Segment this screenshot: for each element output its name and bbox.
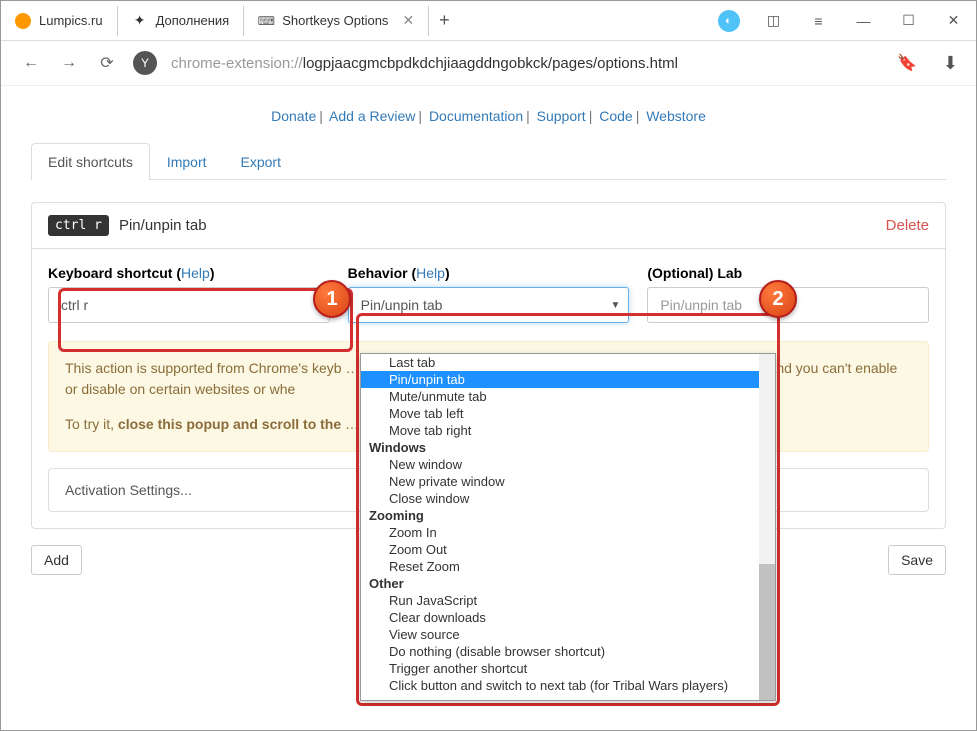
dropdown-item[interactable]: View source (361, 626, 775, 643)
dropdown-item[interactable]: Pin/unpin tab (361, 371, 775, 388)
maximize-button[interactable]: ☐ (886, 1, 931, 41)
close-button[interactable]: ✕ (931, 1, 976, 41)
tab-import[interactable]: Import (150, 143, 224, 180)
forward-button[interactable]: → (57, 54, 81, 72)
optional-label: (Optional) Lab (647, 265, 929, 281)
browser-titlebar: Lumpics.ru ✦ Дополнения ⌨ Shortkeys Opti… (1, 1, 976, 41)
dropdown-item[interactable]: Reset Zoom (361, 558, 775, 575)
link-docs[interactable]: Documentation (429, 108, 523, 124)
sidebar-icon[interactable]: ◫ (751, 1, 796, 41)
dropdown-item[interactable]: Click button and switch to next tab (for… (361, 677, 775, 694)
scrollbar-thumb[interactable] (759, 564, 775, 701)
tab-label: Lumpics.ru (39, 13, 103, 28)
link-donate[interactable]: Donate (271, 108, 316, 124)
assistant-icon[interactable]: ◐ (706, 1, 751, 41)
dropdown-item[interactable]: Zoom Out (361, 541, 775, 558)
shortcut-label: Keyboard shortcut (Help) (48, 265, 330, 281)
help-link[interactable]: Help (416, 265, 445, 281)
dropdown-item[interactable]: Zoom In (361, 524, 775, 541)
download-icon[interactable]: ⬇ (943, 53, 958, 74)
browser-tab-1[interactable]: ✦ Дополнения (118, 6, 245, 36)
chevron-down-icon: ▼ (610, 300, 620, 311)
dropdown-item[interactable]: Close window (361, 490, 775, 507)
keyboard-icon: ⌨ (258, 13, 274, 29)
close-icon[interactable]: ✕ (402, 12, 414, 29)
link-code[interactable]: Code (599, 108, 632, 124)
reload-button[interactable]: ⟳ (95, 53, 119, 73)
tab-export[interactable]: Export (224, 143, 298, 180)
url-text[interactable]: chrome-extension://logpjaacgmcbpdkdchjia… (171, 55, 883, 72)
menu-icon[interactable]: ≡ (796, 1, 841, 41)
dropdown-item[interactable]: New window (361, 456, 775, 473)
kbd-badge: ctrl r (48, 215, 109, 236)
panel-header: ctrl r Pin/unpin tab Delete (32, 203, 945, 249)
new-tab-button[interactable]: + (429, 10, 460, 31)
puzzle-icon: ✦ (132, 13, 148, 29)
dropdown-item[interactable]: New private window (361, 473, 775, 490)
tab-label: Shortkeys Options (282, 13, 388, 28)
behavior-label: Behavior (Help) (348, 265, 630, 281)
tabs-nav: Edit shortcuts Import Export (31, 142, 946, 180)
browser-tab-0[interactable]: Lumpics.ru (1, 6, 118, 36)
bookmark-icon[interactable]: 🔖 (897, 53, 917, 73)
delete-link[interactable]: Delete (886, 217, 929, 234)
tab-label: Дополнения (156, 13, 230, 28)
dropdown-group: Zooming (361, 507, 775, 524)
link-review[interactable]: Add a Review (329, 108, 415, 124)
dropdown-group: Windows (361, 439, 775, 456)
behavior-select[interactable]: Pin/unpin tab ▼ (348, 287, 630, 323)
favicon-orange (15, 13, 31, 29)
dropdown-item[interactable]: Move tab right (361, 422, 775, 439)
save-button[interactable]: Save (888, 545, 946, 575)
panel-title: Pin/unpin tab (119, 217, 207, 234)
behavior-dropdown[interactable]: Last tabPin/unpin tabMute/unmute tabMove… (360, 353, 776, 701)
help-link[interactable]: Help (181, 265, 210, 281)
dropdown-item[interactable]: Clear downloads (361, 609, 775, 626)
link-webstore[interactable]: Webstore (646, 108, 706, 124)
dropdown-item[interactable]: Trigger another shortcut (361, 660, 775, 677)
url-bar: ← → ⟳ Y chrome-extension://logpjaacgmcbp… (1, 41, 976, 86)
back-button[interactable]: ← (19, 54, 43, 72)
shortcut-input[interactable] (48, 287, 330, 323)
dropdown-item[interactable]: Mute/unmute tab (361, 388, 775, 405)
link-support[interactable]: Support (537, 108, 586, 124)
tab-edit-shortcuts[interactable]: Edit shortcuts (31, 143, 150, 180)
annotation-badge-1: 1 (313, 280, 351, 318)
dropdown-item[interactable]: Move tab left (361, 405, 775, 422)
shield-icon[interactable]: Y (133, 51, 157, 75)
top-links: Donate| Add a Review| Documentation| Sup… (31, 100, 946, 142)
browser-tab-2[interactable]: ⌨ Shortkeys Options ✕ (244, 6, 429, 36)
dropdown-item[interactable]: Last tab (361, 354, 775, 371)
dropdown-item[interactable]: Run JavaScript (361, 592, 775, 609)
dropdown-group: Other (361, 575, 775, 592)
dropdown-item[interactable]: Do nothing (disable browser shortcut) (361, 643, 775, 660)
add-button[interactable]: Add (31, 545, 82, 575)
minimize-button[interactable]: — (841, 1, 886, 41)
annotation-badge-2: 2 (759, 280, 797, 318)
